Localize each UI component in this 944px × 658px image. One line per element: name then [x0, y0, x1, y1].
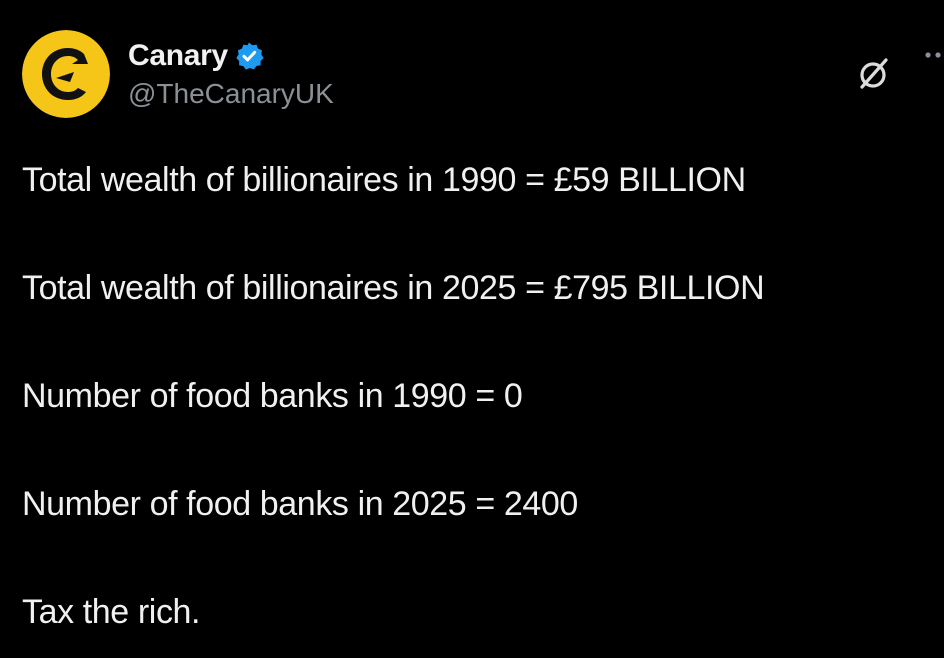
- grok-icon[interactable]: [856, 56, 892, 92]
- post-line-foodbanks-1990: Number of food banks in 1990 = 0: [22, 377, 523, 415]
- identity: Canary @TheCanaryUK: [128, 38, 334, 110]
- post-line-foodbanks-2025: Number of food banks in 2025 = 2400: [22, 485, 578, 523]
- avatar[interactable]: [22, 30, 110, 118]
- post-line-wealth-1990: Total wealth of billionaires in 1990 = £…: [22, 161, 746, 199]
- canary-logo-icon: [22, 30, 110, 118]
- handle[interactable]: @TheCanaryUK: [128, 78, 334, 110]
- post-line-closing: Tax the rich.: [22, 593, 201, 631]
- post-line-wealth-2025: Total wealth of billionaires in 2025 = £…: [22, 269, 765, 307]
- name-row: Canary: [128, 38, 334, 74]
- display-name[interactable]: Canary: [128, 39, 228, 73]
- post: Canary @TheCanaryUK Total wealth of bill…: [0, 0, 944, 658]
- post-header: Canary @TheCanaryUK: [22, 30, 334, 122]
- verified-badge-icon: [234, 41, 264, 71]
- more-options-icon[interactable]: [918, 40, 944, 70]
